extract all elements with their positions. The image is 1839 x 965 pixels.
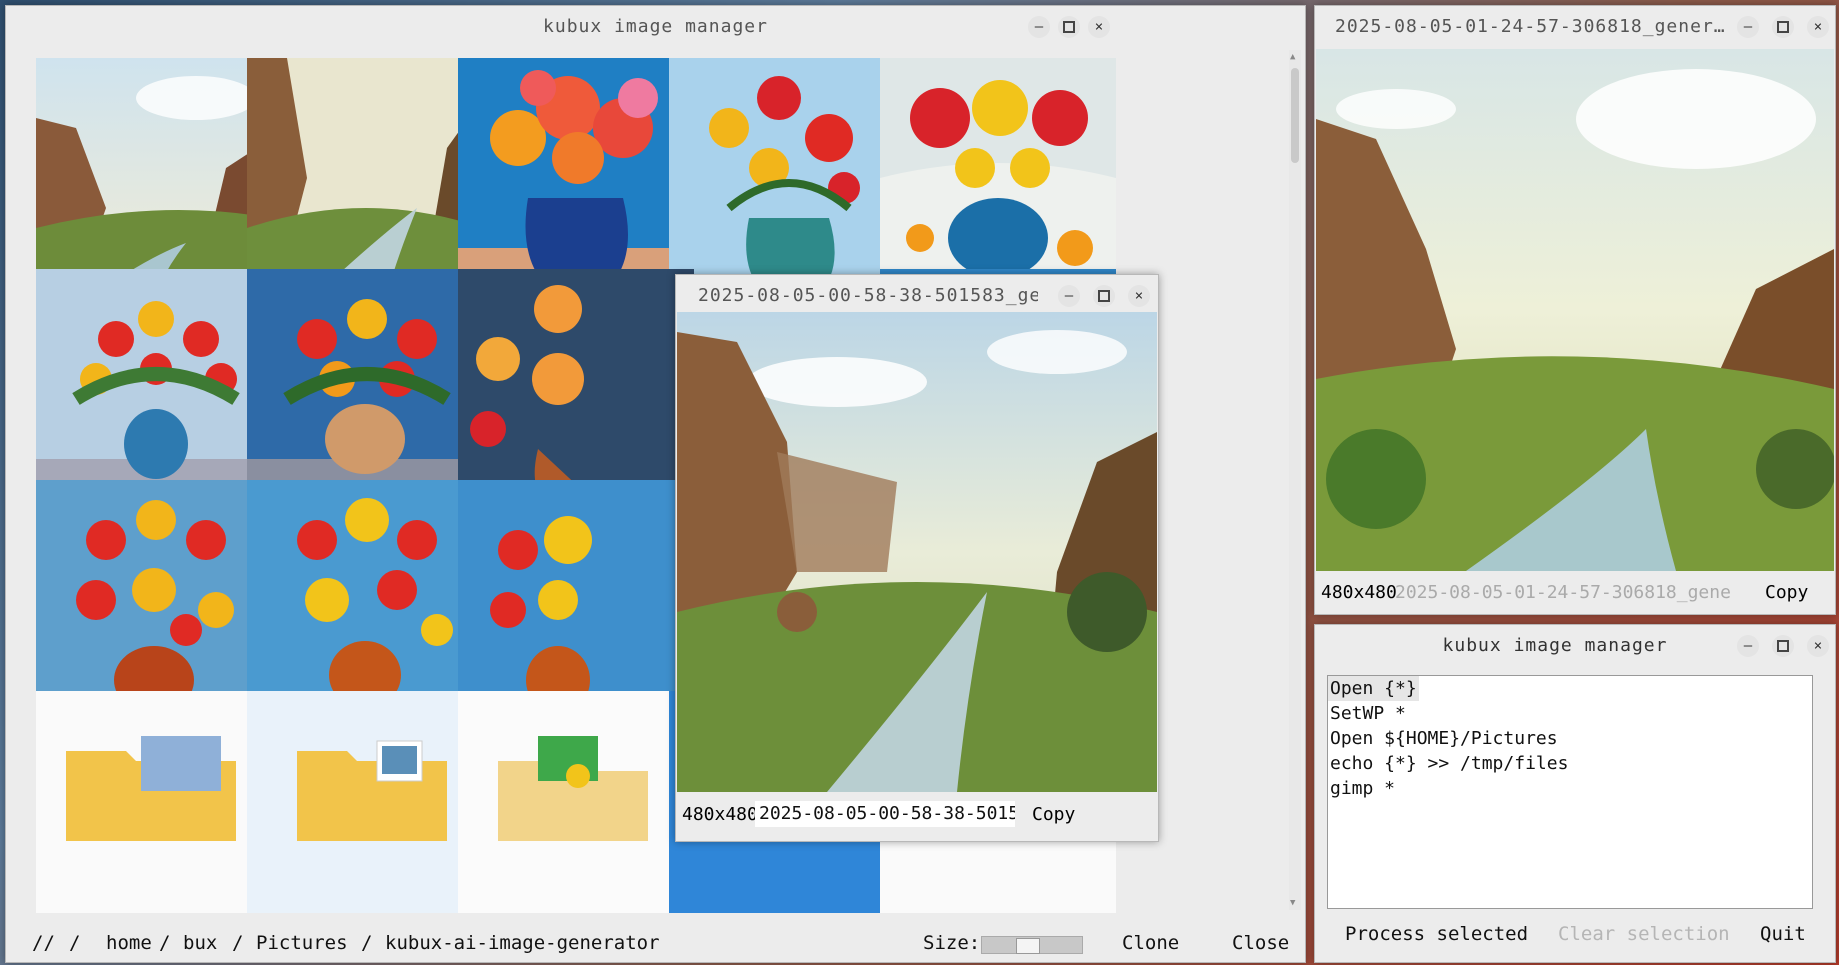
viewer-title: 2025-08-05-00-58-38-501583_ge… <box>698 285 1038 306</box>
thumbnail[interactable] <box>247 269 483 505</box>
path-separator: / <box>361 932 373 954</box>
flowers-orange-vase-image <box>36 480 272 716</box>
flowers-painted-vase-image <box>36 269 272 505</box>
minimize-button[interactable]: – <box>1028 16 1050 38</box>
canyon-river-image <box>247 58 483 294</box>
maximize-button[interactable] <box>1093 285 1115 307</box>
folder-icon <box>36 691 272 913</box>
scroll-up-icon[interactable]: ▲ <box>1290 52 1295 62</box>
command-titlebar[interactable]: kubux image manager – × <box>1315 625 1835 665</box>
close-button[interactable]: × <box>1807 635 1829 657</box>
flowers-blue-vase-lemons-image <box>880 58 1116 294</box>
maximize-button[interactable] <box>1772 16 1794 38</box>
clone-button[interactable]: Clone <box>1122 932 1179 954</box>
command-item[interactable]: Open {*} <box>1328 676 1419 701</box>
image-dimensions: 480x480 <box>682 804 758 825</box>
thumbnail[interactable] <box>458 480 694 716</box>
scroll-down-icon[interactable]: ▼ <box>1290 898 1295 908</box>
main-titlebar[interactable]: kubux image manager – × <box>6 6 1305 46</box>
command-list[interactable]: Open {*} SetWP * Open ${HOME}/Pictures e… <box>1327 675 1813 909</box>
thumbnail[interactable] <box>669 58 905 294</box>
thumbnail[interactable] <box>458 58 694 294</box>
size-slider-knob[interactable] <box>1016 938 1040 954</box>
path-bar: // / home / bux / Pictures / kubux-ai-im… <box>6 924 1305 962</box>
vertical-scrollbar[interactable]: ▲ ▼ <box>1289 50 1301 910</box>
path-separator: / <box>69 932 81 954</box>
folder-icon <box>247 691 483 913</box>
viewer-title: 2025-08-05-01-24-57-306818_gener… <box>1335 16 1725 37</box>
canyon-river-image <box>677 312 1157 792</box>
command-item[interactable]: SetWP * <box>1328 701 1812 726</box>
size-label: Size: <box>923 932 981 954</box>
flowers-blue-vase-image <box>458 58 694 294</box>
command-item[interactable]: gimp * <box>1328 776 1812 801</box>
quit-button[interactable]: Quit <box>1760 923 1806 945</box>
window-title: kubux image manager <box>543 16 768 37</box>
path-separator: / <box>159 932 171 954</box>
thumbnail[interactable] <box>36 58 272 294</box>
roses-dark-image <box>458 269 694 505</box>
viewer-titlebar[interactable]: 2025-08-05-00-58-38-501583_ge… – × <box>676 275 1158 315</box>
path-segment-kubux-ai-image-generator[interactable]: kubux-ai-image-generator <box>385 932 660 954</box>
copy-button[interactable]: Copy <box>1765 582 1808 603</box>
window-title: kubux image manager <box>1442 635 1668 656</box>
close-button[interactable]: × <box>1807 16 1829 38</box>
image-viewer-window: 2025-08-05-01-24-57-306818_gener… – × 48… <box>1314 5 1836 615</box>
close-button[interactable]: × <box>1128 285 1150 307</box>
full-image <box>677 312 1157 796</box>
thumbnail[interactable] <box>247 58 483 294</box>
path-segment-bux[interactable]: bux <box>183 932 217 954</box>
canyon-river-image <box>1316 49 1836 571</box>
size-slider[interactable] <box>981 936 1083 954</box>
filename-field[interactable]: 2025-08-05-00-58-38-501583_g <box>755 801 1015 827</box>
command-item[interactable]: Open ${HOME}/Pictures <box>1328 726 1812 751</box>
command-window: kubux image manager – × Open {*} SetWP *… <box>1314 624 1836 963</box>
command-item[interactable]: echo {*} >> /tmp/files <box>1328 751 1812 776</box>
image-viewer-window: 2025-08-05-00-58-38-501583_ge… – × 480x4… <box>675 274 1159 842</box>
thumbnail[interactable] <box>247 480 483 716</box>
viewer-info-bar: 480x480 2025-08-05-01-24-57-306818_gene … <box>1315 573 1835 613</box>
minimize-button[interactable]: – <box>1737 16 1759 38</box>
thumbnail[interactable] <box>880 58 1116 294</box>
path-segment-home[interactable]: home <box>106 932 152 954</box>
path-separator: / <box>232 932 244 954</box>
scrollbar-thumb[interactable] <box>1291 68 1299 163</box>
viewer-titlebar[interactable]: 2025-08-05-01-24-57-306818_gener… – × <box>1315 6 1835 46</box>
thumbnail[interactable] <box>36 269 272 505</box>
close-button[interactable]: × <box>1088 16 1110 38</box>
flowers-teal-vase-image <box>669 58 905 294</box>
viewer-info-bar: 480x480 2025-08-05-00-58-38-501583_g Cop… <box>676 795 1158 835</box>
flowers-painted-vase-image <box>247 269 483 505</box>
command-scrollbar[interactable] <box>1813 675 1823 907</box>
thumbnail[interactable] <box>458 691 694 913</box>
sunflowers-image <box>458 480 694 716</box>
thumbnail[interactable] <box>247 691 483 913</box>
path-root[interactable]: // <box>32 932 55 954</box>
flowers-orange-vase-image <box>247 480 483 716</box>
process-selected-button[interactable]: Process selected <box>1345 923 1528 945</box>
filename-field[interactable]: 2025-08-05-01-24-57-306818_gene <box>1395 582 1755 603</box>
canyon-river-image <box>36 58 272 294</box>
thumbnail[interactable] <box>36 480 272 716</box>
clear-selection-button[interactable]: Clear selection <box>1558 923 1730 945</box>
minimize-button[interactable]: – <box>1737 635 1759 657</box>
image-dimensions: 480x480 <box>1321 582 1397 603</box>
minimize-button[interactable]: – <box>1058 285 1080 307</box>
maximize-button[interactable] <box>1772 635 1794 657</box>
thumbnail[interactable] <box>36 691 272 913</box>
folder-icon <box>458 691 694 913</box>
thumbnail[interactable] <box>458 269 694 505</box>
path-segment-pictures[interactable]: Pictures <box>256 932 348 954</box>
copy-button[interactable]: Copy <box>1032 804 1075 825</box>
full-image <box>1316 49 1836 575</box>
maximize-button[interactable] <box>1058 16 1080 38</box>
close-window-button[interactable]: Close <box>1232 932 1289 954</box>
